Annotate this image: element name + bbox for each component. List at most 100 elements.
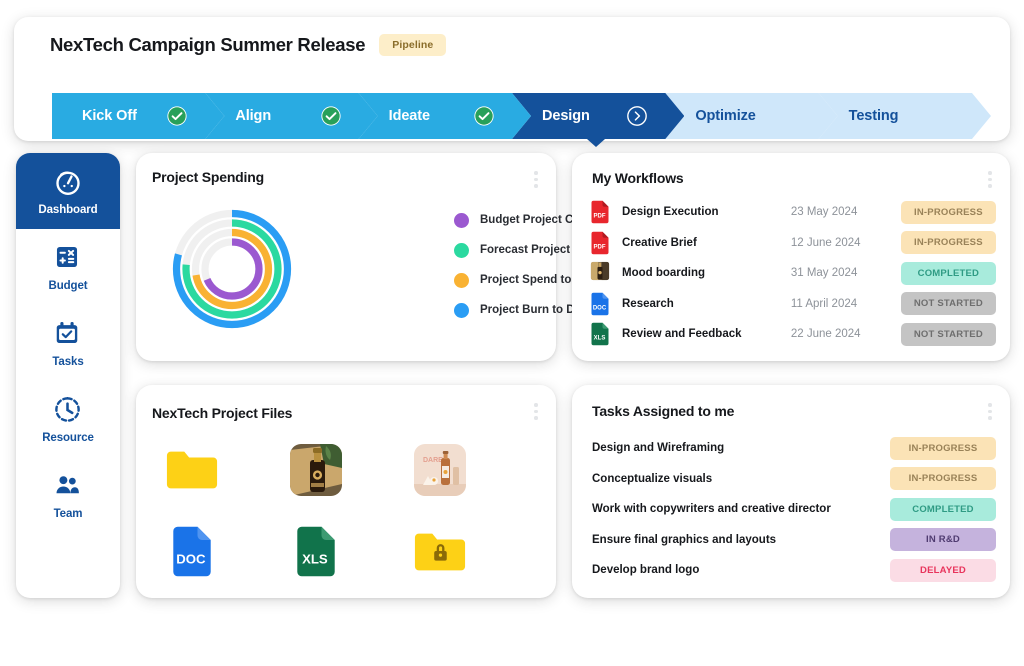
kebab-menu-icon[interactable] [988, 171, 992, 188]
workflow-name: Creative Brief [622, 236, 697, 249]
chevron-circle-icon [626, 105, 648, 127]
file-tile[interactable]: XLS [288, 526, 344, 582]
kebab-menu-icon[interactable] [534, 403, 538, 420]
svg-text:PDF: PDF [594, 244, 606, 250]
file-tile[interactable]: DARE [412, 443, 468, 501]
workflow-status-badge: IN-PROGRESS [900, 200, 996, 224]
workflow-status-badge: COMPLETED [900, 261, 996, 285]
task-row[interactable]: Work with copywriters and creative direc… [592, 494, 996, 525]
pipeline-step-align[interactable]: Align [205, 93, 377, 139]
svg-text:XLS: XLS [594, 336, 606, 342]
workflow-row[interactable]: Mood boarding 31 May 2024 COMPLETED [590, 258, 996, 289]
legend-color-dot [454, 212, 469, 228]
workflow-row[interactable]: PDF Design Execution 23 May 2024 IN-PROGRES… [590, 197, 996, 228]
svg-text:DARE: DARE [423, 457, 443, 464]
svg-text:DOC: DOC [593, 305, 607, 311]
svg-text:DOC: DOC [176, 552, 206, 567]
pdf-file-icon: PDF [590, 231, 610, 255]
pipeline-step-design[interactable]: Design [512, 93, 684, 139]
sidebar-item-label: Dashboard [38, 203, 98, 216]
task-status-badge: IN-PROGRESS [890, 467, 996, 491]
pipeline-step-label: Optimize [695, 108, 756, 124]
task-status-badge: IN R&D [890, 528, 996, 552]
header-title-row: NexTech Campaign Summer Release Pipeline [14, 17, 1010, 56]
folder-icon [165, 447, 219, 498]
task-row[interactable]: Develop brand logo DELAYED [592, 555, 996, 586]
kebab-menu-icon[interactable] [534, 171, 538, 188]
workflow-date: 12 June 2024 [790, 236, 861, 249]
pipeline-step-optimize[interactable]: Optimize [665, 93, 837, 139]
project-spending-card: Project Spending Budget Project Cost$46,… [136, 153, 654, 361]
sidebar-item-team[interactable]: Team [16, 457, 120, 533]
xls-file-icon: XLS [294, 525, 338, 583]
task-name: Ensure final graphics and layouts [592, 533, 777, 546]
status-badge: Pipeline [379, 34, 447, 56]
file-tile[interactable] [412, 526, 468, 582]
sidebar-item-label: Budget [48, 279, 88, 292]
task-row[interactable]: Design and Wireframing IN-PROGRESS [592, 433, 996, 464]
sidebar-item-dashboard[interactable]: Dashboard [16, 153, 120, 229]
pipeline-step-label: Ideate [388, 108, 430, 124]
workflow-date: 22 June 2024 [790, 328, 861, 341]
my-workflows-card: My Workflows PDF Design Execution 23 May 2… [572, 153, 1010, 361]
workflow-status-badge: IN-PROGRESS [900, 231, 996, 255]
task-name: Work with copywriters and creative direc… [592, 503, 831, 516]
workflow-row[interactable]: DOC Research 11 April 2024 NOT STARTED [590, 289, 996, 320]
image-thumbnail-icon [590, 261, 610, 285]
file-tile[interactable] [288, 443, 344, 501]
sidebar-item-tasks[interactable]: Tasks [16, 305, 120, 381]
file-tile[interactable] [164, 444, 220, 500]
page-title: NexTech Campaign Summer Release [50, 34, 366, 55]
xls-file-icon: XLS [590, 322, 610, 346]
workflow-date: 11 April 2024 [790, 297, 858, 310]
pipeline-step-label: Kick Off [82, 108, 137, 124]
speedometer-icon [53, 167, 83, 197]
sidebar-nav: Dashboard Budget Tasks Resource Team [16, 153, 120, 598]
pipeline-step-testing[interactable]: Testing [819, 93, 991, 139]
dashboard-page: NexTech Campaign Summer Release Pipeline… [0, 0, 1024, 666]
sidebar-item-label: Tasks [52, 355, 84, 368]
check-circle-icon [320, 105, 342, 127]
legend-color-dot [454, 302, 469, 318]
sidebar-item-budget[interactable]: Budget [16, 229, 120, 305]
pipeline-stepper: Kick Off Align Ideate Design Optimize Testing [52, 93, 972, 147]
workflow-row[interactable]: PDF Creative Brief 12 June 2024 IN-PROGRESS [590, 228, 996, 259]
pipeline-step-kick-off[interactable]: Kick Off [52, 93, 224, 139]
pipeline-step-ideate[interactable]: Ideate [359, 93, 531, 139]
active-step-pointer [586, 139, 605, 147]
locked-folder-icon [413, 529, 467, 580]
task-row[interactable]: Ensure final graphics and layouts IN R&D [592, 525, 996, 556]
task-name: Design and Wireframing [592, 442, 725, 455]
svg-text:XLS: XLS [302, 552, 328, 567]
task-status-badge: COMPLETED [890, 497, 996, 521]
project-header-card: NexTech Campaign Summer Release Pipeline… [14, 17, 1010, 147]
workflow-status-badge: NOT STARTED [900, 322, 996, 346]
workflow-name: Research [622, 297, 674, 310]
pipeline-step-label: Align [235, 108, 272, 124]
bottle-on-board-thumbnail [290, 443, 342, 501]
pdf-file-icon: PDF [590, 200, 610, 224]
legend-color-dot [454, 242, 469, 258]
tasks-title: Tasks Assigned to me [592, 403, 735, 419]
task-row[interactable]: Conceptualize visuals IN-PROGRESS [592, 464, 996, 495]
spending-donut-chart [156, 193, 308, 350]
clock-dashed-icon [53, 395, 83, 425]
file-tile[interactable]: DOC [164, 526, 220, 582]
workflow-date: 31 May 2024 [790, 267, 858, 280]
dare-product-thumbnail: DARE [414, 443, 466, 501]
workflows-title: My Workflows [592, 170, 684, 186]
tasks-assigned-card: Tasks Assigned to me Design and Wirefram… [572, 385, 1010, 598]
kebab-menu-icon[interactable] [988, 403, 992, 420]
calendar-check-icon [53, 319, 83, 349]
calculator-icon [53, 243, 83, 273]
workflow-date: 23 May 2024 [790, 206, 858, 219]
task-status-badge: IN-PROGRESS [890, 436, 996, 460]
task-name: Conceptualize visuals [592, 472, 713, 485]
sidebar-item-label: Resource [42, 431, 94, 444]
check-circle-icon [473, 105, 495, 127]
workflow-row[interactable]: XLS Review and Feedback 22 June 2024 NOT ST… [590, 319, 996, 350]
project-files-card: NexTech Project Files DARE DOC XLS [136, 385, 556, 598]
pipeline-step-label: Testing [848, 108, 899, 124]
people-icon [53, 471, 83, 501]
sidebar-item-resource[interactable]: Resource [16, 381, 120, 457]
